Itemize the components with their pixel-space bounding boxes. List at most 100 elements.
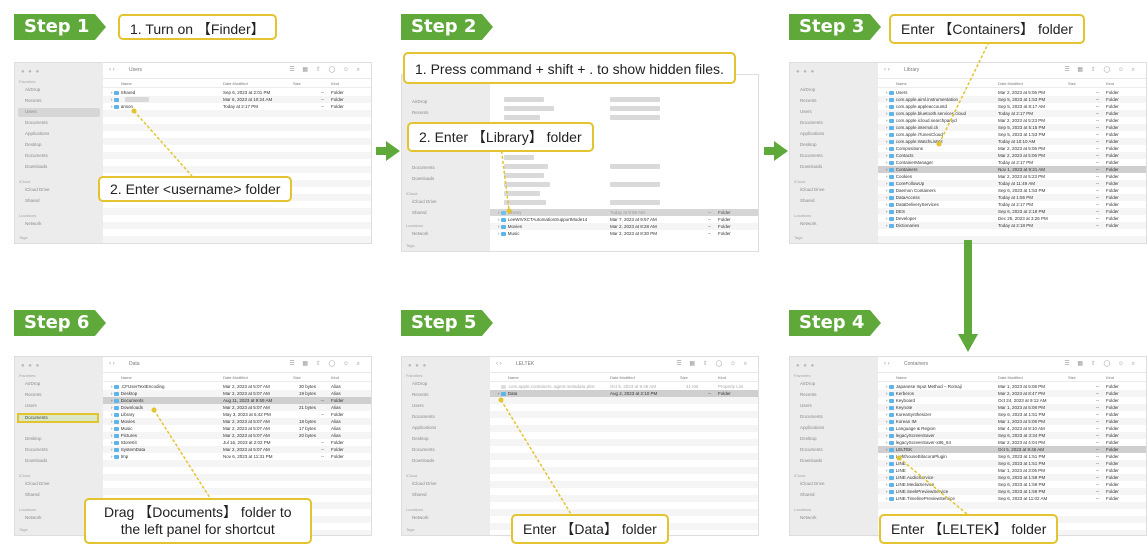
sidebar-item-documents[interactable]: Documents [25, 120, 48, 125]
sidebar-item-network[interactable]: Network [800, 221, 817, 226]
table-row[interactable]: › LELTEK Oct 5, 2023 at 9:46 AM -- Folder [878, 446, 1146, 453]
sidebar-item-recents[interactable]: Recents [25, 98, 42, 103]
sidebar-item-airdrop[interactable]: AirDrop [25, 381, 40, 386]
table-row[interactable]: › DataAccess Today at 1:55 PM -- Folder [878, 194, 1146, 201]
column-kind[interactable]: Kind [1106, 375, 1114, 380]
table-row[interactable]: › LINE Mar 1, 2023 at 3:06 PM -- Folder [878, 467, 1146, 474]
sidebar-item-users[interactable]: Users [800, 109, 812, 114]
table-row[interactable]: › Contacts Mar 2, 2023 at 5:06 PM -- Folder [878, 152, 1146, 159]
sidebar-item-recents[interactable]: Recents [800, 98, 817, 103]
back-forward-icon[interactable]: ‹ › [109, 67, 115, 73]
column-date[interactable]: Date Modified [998, 375, 1023, 380]
table-row[interactable]: › anson Today at 2:17 PM -- Folder [103, 103, 371, 110]
table-row[interactable]: › Users Mar 2, 2023 at 5:06 PM -- Folder [878, 89, 1146, 96]
table-row[interactable]: › DES Sep 6, 2023 at 2:18 PM -- Folder [878, 208, 1146, 215]
window-controls[interactable]: ● ● ● [796, 69, 815, 75]
sidebar-item-users[interactable]: Users [25, 403, 37, 408]
table-row-library[interactable]: › Library Today at 9:58 AM -- Folder [490, 209, 758, 216]
sidebar-item-network[interactable]: Network [412, 231, 429, 236]
column-headers[interactable]: Name Date Modified Size Kind [103, 374, 371, 382]
sidebar-item-downloads[interactable]: Downloads [25, 458, 47, 463]
table-row[interactable]: › Keyboard Oct 24, 2023 at 9:12 AM -- Folde… [878, 397, 1146, 404]
table-row[interactable]: › Library May 3, 2023 at 5:42 PM -- Folder [103, 411, 371, 418]
sidebar-item-applications[interactable]: Applications [412, 425, 436, 430]
table-row[interactable]: › DataDeliveryServices Today at 2:17 PM --… [878, 201, 1146, 208]
sidebar-item-airdrop[interactable]: AirDrop [800, 381, 815, 386]
back-forward-icon[interactable]: ‹ › [109, 361, 115, 367]
table-row[interactable]: › KoreaSynthesizer Sep 6, 2023 at 1:51 PM… [878, 411, 1146, 418]
column-kind[interactable]: Kind [331, 375, 339, 380]
table-row[interactable]: › Downloads Mar 2, 2023 at 5:07 AM 21 byte… [103, 404, 371, 411]
window-controls[interactable]: ● ● ● [21, 363, 40, 369]
toolbar-icons[interactable]: ☰ ▦ ⇧ ◯ ☺ ⌕ [289, 360, 363, 368]
table-row[interactable]: › LeeWIVXCTAutomationSupportMode14 Mar 7,… [490, 216, 758, 223]
sidebar-item-airdrop[interactable]: AirDrop [412, 99, 427, 104]
table-row[interactable]: › com.apple.iTunesCloud Sep 5, 2023 at 1:… [878, 131, 1146, 138]
table-row[interactable]: › com.apple.internal.ck Sep 5, 2023 at 5:… [878, 124, 1146, 131]
column-name[interactable]: Name [121, 375, 132, 380]
toolbar-icons[interactable]: ☰ ▦ ⇧ ◯ ☺ ⌕ [1064, 66, 1138, 74]
back-forward-icon[interactable]: ‹ › [884, 361, 890, 367]
sidebar-item-desktop[interactable]: Desktop [800, 142, 817, 147]
table-row[interactable]: › tmp Nov 6, 2023 at 11:31 PM -- Folder [103, 453, 371, 460]
sidebar-item-applications[interactable]: Applications [800, 131, 824, 136]
sidebar-item-documents-2[interactable]: Documents [800, 153, 823, 158]
sidebar-item-desktop[interactable]: Desktop [25, 436, 42, 441]
table-row[interactable]: › com.apple.bluetooth.services.cloud Toda… [878, 110, 1146, 117]
sidebar-item-applications[interactable]: Applications [800, 425, 824, 430]
sidebar-item-shared[interactable]: Shared [412, 210, 427, 215]
column-date[interactable]: Date Modified [998, 81, 1023, 86]
sidebar-item-users[interactable]: Users [25, 109, 37, 114]
table-row[interactable]: › com.apple.appleaccountd Sep 5, 2023 at … [878, 103, 1146, 110]
table-row[interactable]: › Movies Mar 2, 2023 at 5:07 AM 18 bytes Al… [103, 418, 371, 425]
table-row[interactable]: › LINE.SeekPreviewService Sep 6, 2023 at … [878, 488, 1146, 495]
back-forward-icon[interactable]: ‹ › [496, 361, 502, 367]
sidebar-item-shared[interactable]: Shared [412, 492, 427, 497]
sidebar-item-documents[interactable]: Documents [25, 415, 48, 420]
table-row[interactable]: › LINE.TimelinePreviewService Sep 6, 2023… [878, 495, 1146, 502]
sidebar-item-documents[interactable]: Documents [412, 165, 435, 170]
table-row[interactable]: › Music Mar 2, 2023 at 8:30 PM -- Folder [490, 230, 758, 237]
table-row[interactable]: › LighthouseBitacoraPlugin Sep 6, 2023 at… [878, 453, 1146, 460]
column-kind[interactable]: Kind [718, 375, 726, 380]
sidebar-item-network[interactable]: Network [412, 515, 429, 520]
column-date[interactable]: Date Modified [223, 81, 248, 86]
sidebar-item-network[interactable]: Network [25, 515, 42, 520]
column-size[interactable]: Size [680, 375, 688, 380]
sidebar-item-downloads[interactable]: Downloads [800, 458, 822, 463]
sidebar-item-recents[interactable]: Recents [25, 392, 42, 397]
sidebar-item-icloud-drive[interactable]: iCloud Drive [800, 187, 825, 192]
sidebar-item-users[interactable]: Users [412, 403, 424, 408]
sidebar-item-downloads[interactable]: Downloads [25, 164, 47, 169]
table-row[interactable]: › Containers Nov 1, 2023 at 9:21 AM -- Fold… [878, 166, 1146, 173]
table-row[interactable]: › Movies Mar 2, 2023 at 8:28 AM -- Folder [490, 223, 758, 230]
sidebar-item-downloads[interactable]: Downloads [412, 176, 434, 181]
sidebar-item-airdrop[interactable]: AirDrop [800, 87, 815, 92]
column-headers[interactable]: Name Date Modified Size Kind [878, 374, 1146, 382]
column-size[interactable]: Size [293, 81, 301, 86]
sidebar-item-documents[interactable]: Documents [800, 414, 823, 419]
sidebar-item-desktop[interactable]: Desktop [800, 436, 817, 441]
column-size[interactable]: Size [293, 375, 301, 380]
table-row[interactable]: › Korean IM Mar 1, 2023 at 5:08 PM -- Folde… [878, 418, 1146, 425]
toolbar-icons[interactable]: ☰ ▦ ⇧ ◯ ☺ ⌕ [289, 66, 363, 74]
sidebar-item-documents-2[interactable]: Documents [25, 447, 48, 452]
sidebar-item-shared[interactable]: Shared [25, 492, 40, 497]
table-row[interactable]: › com.apple.aiml.instrumentation Sep 5, 2… [878, 96, 1146, 103]
table-row[interactable]: › ContainerManager Today at 2:17 PM -- Fold… [878, 159, 1146, 166]
column-name[interactable]: Name [896, 375, 907, 380]
column-name[interactable]: Name [896, 81, 907, 86]
sidebar-item-icloud-drive[interactable]: iCloud Drive [25, 187, 50, 192]
sidebar-item-shared[interactable]: Shared [25, 198, 40, 203]
table-row[interactable]: › Mar 6, 2023 at 10:24 AM -- Folder [103, 96, 371, 103]
sidebar-item-shared[interactable]: Shared [800, 198, 815, 203]
sidebar-item-airdrop[interactable]: AirDrop [412, 381, 427, 386]
sidebar-item-recents[interactable]: Recents [412, 392, 429, 397]
sidebar-item-downloads[interactable]: Downloads [412, 458, 434, 463]
sidebar-item-icloud-drive[interactable]: iCloud Drive [412, 199, 437, 204]
column-headers[interactable]: Name Date Modified Size Kind [878, 80, 1146, 88]
sidebar-item-icloud-drive[interactable]: iCloud Drive [412, 481, 437, 486]
table-row[interactable]: › legacyScreenSaver Sep 6, 2023 at 3:34 P… [878, 432, 1146, 439]
sidebar-item-airdrop[interactable]: AirDrop [25, 87, 40, 92]
table-row[interactable]: › Developer Dec 25, 2023 at 3:26 PM -- Fold… [878, 215, 1146, 222]
